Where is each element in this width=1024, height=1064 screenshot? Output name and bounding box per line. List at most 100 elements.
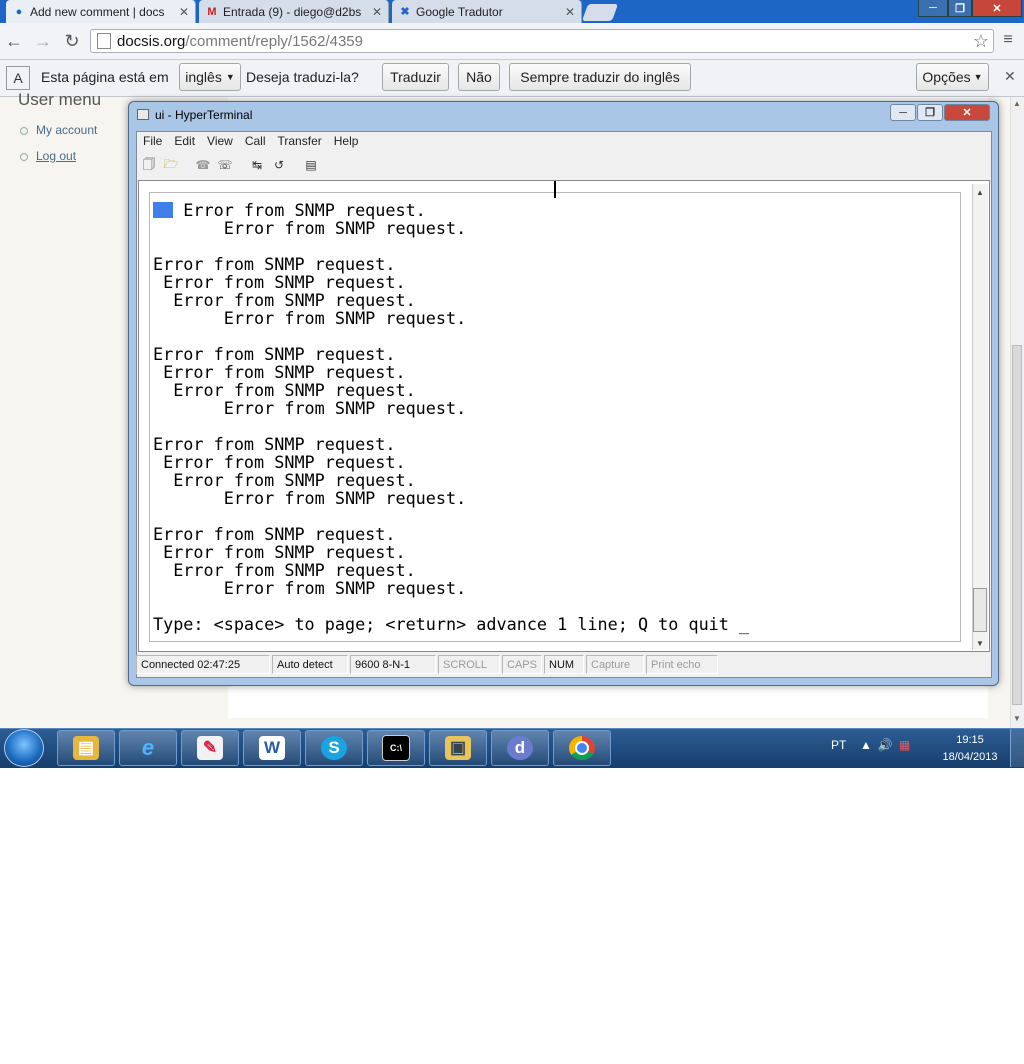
scroll-up-icon[interactable]: ▲	[973, 185, 987, 199]
bullet-icon	[20, 126, 28, 135]
terminal-scrollbar[interactable]	[972, 184, 988, 650]
bookmark-star-icon[interactable]: ☆	[973, 31, 989, 52]
link-label: Log out	[36, 149, 77, 163]
tab-gmail[interactable]: M Entrada (9) - diego@d2bs ✕	[199, 0, 389, 23]
explorer-icon: ▤	[73, 736, 99, 760]
new-file-icon[interactable]: 🗍	[140, 157, 158, 173]
menu-help[interactable]: Help	[328, 134, 365, 150]
translate-icon: A	[6, 66, 30, 90]
close-window-icon[interactable]: ✕	[972, 0, 1022, 17]
gmail-icon: M	[207, 5, 217, 18]
taskbar-internet-explorer[interactable]: e	[119, 730, 177, 766]
bullet-icon	[20, 152, 28, 161]
show-desktop-button[interactable]	[1010, 729, 1024, 767]
taskbar-dreamweaver[interactable]: d	[491, 730, 549, 766]
taskbar-editor[interactable]: ✎	[181, 730, 239, 766]
reload-icon[interactable]: ↻	[60, 30, 84, 52]
status-settings: 9600 8-N-1	[350, 655, 436, 674]
clock-date[interactable]: 18/04/2013	[936, 751, 1004, 763]
terminal-output: Error from SNMP request. Error from SNMP…	[153, 200, 750, 634]
menu-edit[interactable]: Edit	[168, 134, 201, 150]
maximize-icon[interactable]: ❐	[948, 0, 972, 17]
taskbar-network[interactable]: ▣	[429, 730, 487, 766]
taskbar-chrome[interactable]	[553, 730, 611, 766]
translate-button[interactable]: Traduzir	[382, 63, 449, 91]
dial-icon[interactable]: ☎	[194, 157, 212, 173]
clock-time[interactable]: 19:15	[940, 734, 1000, 746]
address-bar[interactable]: docsis.org/comment/reply/1562/4359 ☆	[90, 29, 994, 53]
menu-bar: File Edit View Call Transfer Help	[137, 134, 364, 150]
status-detect: Auto detect	[272, 655, 348, 674]
scroll-up-icon[interactable]: ▲	[1012, 99, 1022, 108]
status-capture: Capture	[586, 655, 644, 674]
new-tab-button[interactable]	[581, 4, 619, 21]
minimize-icon[interactable]: ─	[918, 0, 948, 17]
link-label: My account	[36, 123, 98, 137]
window-title: ui - HyperTerminal	[155, 108, 253, 122]
chevron-down-icon: ▼	[973, 72, 983, 82]
tab-label: Entrada (9) - diego@d2bs	[223, 4, 362, 19]
receive-icon[interactable]: ↺	[270, 157, 288, 173]
close-icon[interactable]: ✕	[372, 5, 382, 19]
always-translate-button[interactable]: Sempre traduzir do inglês	[509, 63, 691, 91]
back-icon[interactable]: ←	[2, 30, 26, 52]
page-scrollbar-thumb[interactable]	[1012, 345, 1022, 705]
url-host: docsis.org	[117, 32, 186, 50]
minimize-icon[interactable]: ─	[890, 104, 916, 121]
close-icon[interactable]: ✕	[944, 104, 990, 121]
text-caret	[554, 181, 556, 198]
close-icon[interactable]: ✕	[565, 5, 575, 19]
toolbar: 🗍 🗁 ☎ ☏ ↹ ↺ ▤	[140, 157, 320, 175]
translate-question: Deseja traduzi-la?	[246, 69, 359, 85]
status-num: NUM	[544, 655, 584, 674]
disconnect-icon[interactable]: ☏	[216, 157, 234, 173]
translate-icon: ✖	[400, 6, 410, 18]
scroll-down-icon[interactable]: ▼	[1012, 714, 1022, 723]
options-label: Opções	[922, 69, 971, 85]
volume-icon[interactable]: 🔊	[878, 738, 899, 752]
log-out-link[interactable]: Log out	[20, 149, 76, 163]
language-select[interactable]: inglês ▼	[179, 63, 241, 91]
scroll-down-icon[interactable]: ▼	[973, 636, 987, 650]
menu-file[interactable]: File	[137, 134, 168, 150]
status-connected: Connected 02:47:25	[136, 655, 270, 674]
network-status-icon[interactable]: ▦	[899, 738, 916, 752]
maximize-icon[interactable]: ❐	[917, 104, 943, 121]
status-scroll: SCROLL	[438, 655, 500, 674]
no-button[interactable]: Não	[458, 63, 500, 91]
tray-icons: ▲🔊▦	[860, 738, 916, 752]
ie-icon: e	[141, 735, 155, 760]
menu-transfer[interactable]: Transfer	[272, 134, 328, 150]
cmd-icon: C:\	[382, 735, 410, 761]
taskbar-skype[interactable]: S	[305, 730, 363, 766]
menu-call[interactable]: Call	[239, 134, 272, 150]
taskbar-word[interactable]: W	[243, 730, 301, 766]
send-icon[interactable]: ↹	[248, 157, 266, 173]
status-bar: Connected 02:47:25 Auto detect 9600 8-N-…	[136, 655, 992, 677]
language-value: inglês	[185, 69, 222, 85]
start-button[interactable]	[4, 729, 44, 767]
open-folder-icon[interactable]: 🗁	[162, 157, 180, 173]
editor-icon: ✎	[197, 736, 223, 760]
close-icon[interactable]: ✕	[179, 5, 189, 19]
menu-icon[interactable]: ≡	[998, 31, 1018, 51]
hyperterminal-app-icon	[137, 109, 149, 120]
user-menu-title: User menu	[18, 90, 102, 109]
my-account-link[interactable]: My account	[20, 123, 97, 137]
chevron-down-icon: ▼	[225, 72, 235, 82]
taskbar-cmd[interactable]: C:\	[367, 730, 425, 766]
taskbar-explorer[interactable]: ▤	[57, 730, 115, 766]
translate-prefix: Esta página está em	[41, 69, 169, 85]
tab-google-tradutor[interactable]: ✖ Google Tradutor ✕	[392, 0, 582, 23]
language-indicator[interactable]: PT	[831, 738, 846, 752]
url-path: /comment/reply/1562/4359	[185, 32, 363, 50]
properties-icon[interactable]: ▤	[302, 157, 320, 173]
menu-view[interactable]: View	[201, 134, 239, 150]
forward-icon[interactable]: →	[31, 30, 55, 52]
show-hidden-icons-icon[interactable]: ▲	[860, 738, 878, 752]
close-translate-icon[interactable]: ✕	[1004, 68, 1016, 85]
options-button[interactable]: Opções ▼	[916, 63, 989, 91]
tab-label: Google Tradutor	[416, 4, 503, 19]
terminal-scrollbar-thumb[interactable]	[973, 588, 987, 632]
tab-add-new-comment[interactable]: ● Add new comment | docs ✕	[6, 0, 196, 23]
